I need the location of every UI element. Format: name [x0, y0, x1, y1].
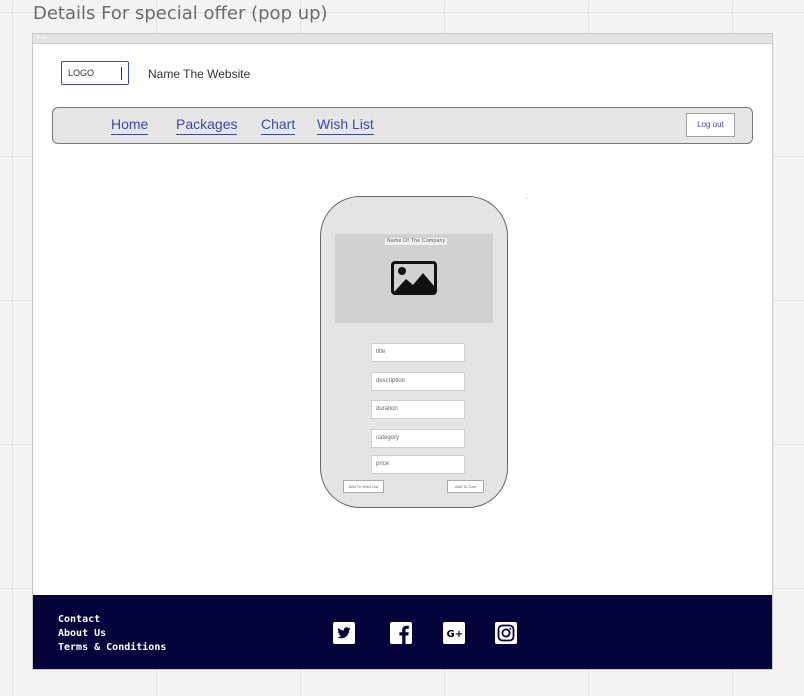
offer-image: Name Of The Company	[335, 234, 493, 323]
nav-link-home[interactable]: Home	[111, 117, 149, 135]
facebook-icon[interactable]	[390, 622, 412, 644]
browser-frame: ••• LOGO Name The Website Home Packages …	[32, 33, 773, 670]
title-field[interactable]: title	[371, 343, 465, 362]
duration-field[interactable]: duration	[371, 400, 465, 419]
google-plus-icon[interactable]: G+	[443, 622, 465, 644]
add-to-cart-button[interactable]: Add To Cart	[447, 480, 484, 493]
description-field[interactable]: description	[371, 372, 465, 391]
twitter-icon[interactable]	[333, 622, 355, 644]
window-title-bar: •••	[33, 34, 772, 44]
instagram-icon[interactable]	[495, 622, 517, 644]
nav-link-wish-list[interactable]: Wish List	[317, 117, 374, 135]
footer-link-terms[interactable]: Terms & Conditions	[58, 641, 166, 655]
logo-cursor	[121, 67, 122, 80]
add-to-wish-list-button[interactable]: Add To Wish List	[343, 480, 384, 493]
special-offer-popup: Name Of The Company title description du…	[320, 196, 508, 508]
nav-link-packages[interactable]: Packages	[176, 117, 238, 135]
company-name: Name Of The Company	[385, 238, 448, 245]
logout-button[interactable]: Log out	[686, 113, 735, 137]
board-title: Details For special offer (pop up)	[33, 3, 328, 24]
footer-link-about-us[interactable]: About Us	[58, 627, 166, 641]
window-dots: •••	[37, 35, 48, 42]
footer-link-contact[interactable]: Contact	[58, 613, 166, 627]
footer-links: Contact About Us Terms & Conditions	[58, 613, 166, 655]
site-name: Name The Website	[148, 67, 251, 81]
image-icon	[391, 261, 437, 295]
category-field[interactable]: category	[371, 429, 465, 448]
footer: Contact About Us Terms & Conditions G+	[33, 595, 772, 669]
nav-bar: Home Packages Chart Wish List Log out	[52, 107, 753, 144]
logo[interactable]: LOGO	[61, 61, 129, 85]
price-field[interactable]: price	[371, 455, 465, 474]
nav-link-chart[interactable]: Chart	[261, 117, 296, 135]
stray-mark	[526, 198, 527, 199]
logo-label: LOGO	[68, 68, 95, 78]
svg-text:G+: G+	[447, 629, 464, 640]
